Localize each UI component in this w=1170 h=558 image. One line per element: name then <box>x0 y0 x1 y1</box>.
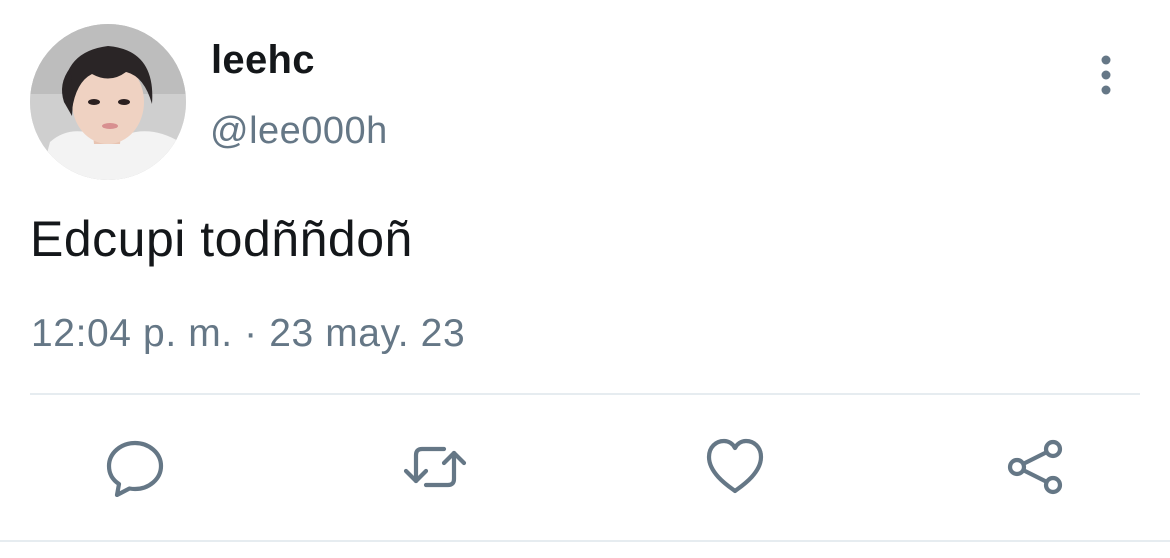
profile-photo-icon <box>30 24 186 180</box>
display-name[interactable]: leehc <box>211 38 315 83</box>
more-options-button[interactable] <box>1088 52 1124 98</box>
retweet-icon <box>403 446 467 488</box>
tweet-text: Edcupi todññdoñ <box>30 211 413 267</box>
tweet-card: leehc @lee000h Edcupi todññdoñ 12:04 p. … <box>0 0 1170 558</box>
avatar[interactable] <box>30 24 186 180</box>
reply-button[interactable] <box>100 432 170 502</box>
share-icon <box>1007 439 1063 495</box>
reply-icon <box>106 440 164 497</box>
tweet-date: 23 may. 23 <box>269 312 466 355</box>
like-button[interactable] <box>700 432 770 502</box>
heart-icon <box>706 438 764 494</box>
tweet-timestamp[interactable]: 12:04 p. m. · 23 may. 23 <box>31 312 465 356</box>
share-button[interactable] <box>1000 432 1070 502</box>
more-vertical-icon <box>1101 55 1111 95</box>
tweet-time: 12:04 p. m. <box>31 312 233 355</box>
retweet-button[interactable] <box>400 432 470 502</box>
divider <box>30 393 1140 395</box>
meta-separator: · <box>244 312 258 355</box>
user-handle[interactable]: @lee000h <box>210 110 388 153</box>
bottom-divider <box>0 540 1170 542</box>
